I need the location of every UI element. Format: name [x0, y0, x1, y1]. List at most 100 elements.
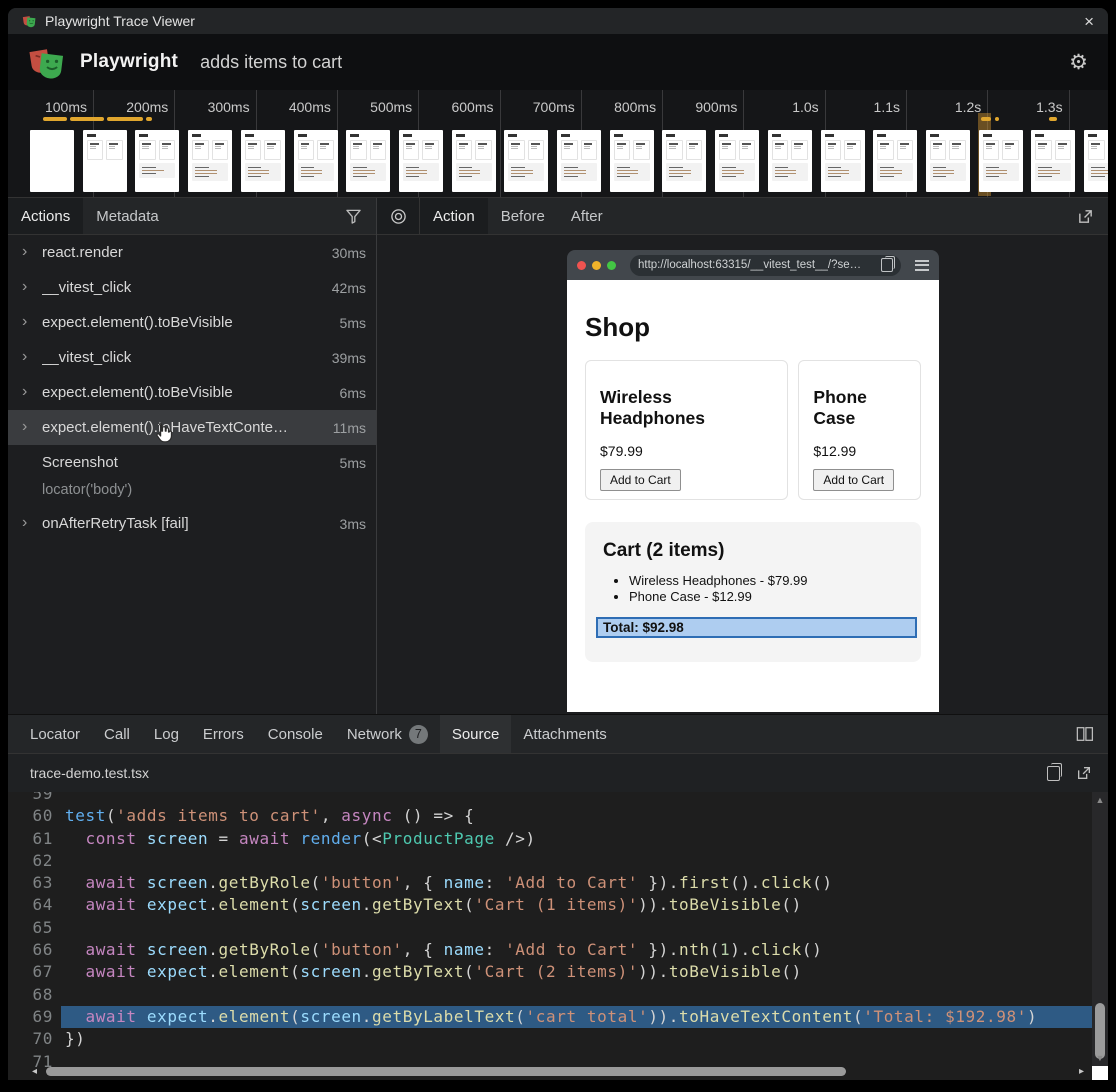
scroll-right-icon[interactable]: ▸ [1079, 1066, 1084, 1077]
timeline-thumbnail[interactable] [768, 130, 812, 192]
line-number: 61 [8, 828, 53, 850]
chevron-right-icon[interactable]: › [22, 348, 42, 366]
close-icon[interactable]: × [1084, 13, 1094, 30]
page-snapshot: Shop Wireless Headphones $79.99 Add to C… [567, 280, 939, 712]
timeline[interactable]: 100ms200ms300ms400ms500ms600ms700ms800ms… [8, 90, 1108, 198]
action-row-expect-element-tobevisible[interactable]: ›expect.element().toBeVisible5ms [8, 305, 376, 340]
tab-metadata[interactable]: Metadata [83, 198, 172, 234]
action-row-react-render[interactable]: ›react.render30ms [8, 235, 376, 270]
settings-gear-icon[interactable]: ⚙ [1069, 52, 1088, 73]
split-view-icon[interactable] [1076, 726, 1094, 742]
chevron-right-icon[interactable]: › [22, 514, 42, 532]
line-content: await expect.element(screen.getByText('C… [65, 961, 1092, 983]
action-duration: 30ms [332, 245, 366, 261]
timeline-thumbnail[interactable] [873, 130, 917, 192]
action-row-expect-element-tohavetextconte[interactable]: ›expect.element().toHaveTextConte…11ms [8, 410, 376, 445]
action-row-screenshot[interactable]: Screenshot5ms [8, 445, 376, 480]
action-row-onafterretrytask-fail[interactable]: ›onAfterRetryTask [fail]3ms [8, 506, 376, 541]
open-snapshot-external-icon[interactable] [1077, 208, 1094, 225]
code-line-70[interactable]: 70}) [8, 1028, 1092, 1050]
timeline-thumbnail[interactable] [979, 130, 1023, 192]
thumbnail-mini-cart [930, 163, 966, 181]
thumbnail-mini-card [1002, 140, 1019, 160]
add-to-cart-button[interactable]: Add to Cart [600, 469, 681, 491]
timeline-thumbnail[interactable] [135, 130, 179, 192]
thumbnail-mini-header [1088, 134, 1097, 137]
chevron-right-icon[interactable]: › [22, 383, 42, 401]
code-line-67[interactable]: 67 await expect.element(screen.getByText… [8, 961, 1092, 983]
tab-action[interactable]: Action [420, 198, 488, 234]
code-line-69[interactable]: 69 await expect.element(screen.getByLabe… [8, 1006, 1092, 1028]
tab-attachments[interactable]: Attachments [511, 715, 618, 753]
tab-source[interactable]: Source [440, 715, 512, 753]
timeline-thumbnail[interactable] [662, 130, 706, 192]
timeline-thumbnail[interactable] [504, 130, 548, 192]
timeline-thumbnail[interactable] [610, 130, 654, 192]
chevron-right-icon[interactable]: › [22, 313, 42, 331]
timeline-thumbnail[interactable] [926, 130, 970, 192]
add-to-cart-button[interactable]: Add to Cart [813, 469, 894, 491]
timeline-thumbnail[interactable] [452, 130, 496, 192]
timeline-thumbnail[interactable] [557, 130, 601, 192]
tab-call[interactable]: Call [92, 715, 142, 753]
scroll-up-icon[interactable]: ▲ [1092, 795, 1108, 805]
timeline-thumbnail[interactable] [294, 130, 338, 192]
chevron-right-icon[interactable]: › [22, 278, 42, 296]
menu-icon[interactable] [915, 260, 929, 271]
horizontal-scrollbar[interactable]: ◂ ▸ [8, 1067, 1092, 1077]
thumbnail-mini-header [456, 134, 465, 137]
chevron-right-icon[interactable]: › [22, 243, 42, 261]
timeline-thumbnail[interactable] [399, 130, 443, 192]
code-line-68[interactable]: 68 [8, 984, 1092, 1006]
vertical-scroll-thumb[interactable] [1095, 1003, 1105, 1059]
action-row-expect-element-tobevisible[interactable]: ›expect.element().toBeVisible6ms [8, 375, 376, 410]
tab-label-log: Log [154, 726, 179, 743]
code-line-60[interactable]: 60test('adds items to cart', async () =>… [8, 805, 1092, 827]
timeline-thumbnail[interactable] [715, 130, 759, 192]
timeline-thumbnail[interactable] [30, 130, 74, 192]
line-content: await expect.element(screen.getByLabelTe… [61, 1006, 1092, 1028]
tab-errors[interactable]: Errors [191, 715, 256, 753]
code-line-64[interactable]: 64 await expect.element(screen.getByText… [8, 894, 1092, 916]
scroll-down-icon[interactable]: ▼ [1092, 1053, 1108, 1063]
product-card: Phone Case $12.99 Add to Cart [798, 360, 921, 500]
timeline-thumbnail[interactable] [83, 130, 127, 192]
copy-source-icon[interactable] [1047, 766, 1060, 781]
vertical-scrollbar[interactable]: ▲ ▼ [1092, 792, 1108, 1066]
pick-locator-target-icon[interactable] [377, 198, 420, 234]
action-name: __vitest_click [42, 279, 324, 296]
code-line-62[interactable]: 62 [8, 850, 1092, 872]
copy-url-icon[interactable] [881, 258, 893, 272]
timeline-thumbnail[interactable] [241, 130, 285, 192]
tab-console[interactable]: Console [256, 715, 335, 753]
filter-icon[interactable] [345, 208, 362, 224]
open-external-icon[interactable] [1076, 765, 1092, 781]
tab-locator[interactable]: Locator [18, 715, 92, 753]
tab-after[interactable]: After [558, 198, 616, 234]
chevron-right-icon[interactable]: › [22, 418, 42, 436]
action-row-vitest-click[interactable]: ›__vitest_click39ms [8, 340, 376, 375]
tab-before[interactable]: Before [488, 198, 558, 234]
action-duration: 5ms [340, 455, 366, 471]
timeline-thumbnail[interactable] [346, 130, 390, 192]
tab-actions[interactable]: Actions [8, 198, 83, 234]
timeline-thumbnail[interactable] [821, 130, 865, 192]
tab-log[interactable]: Log [142, 715, 191, 753]
scroll-left-icon[interactable]: ◂ [32, 1066, 37, 1077]
code-line-61[interactable]: 61 const screen = await render(<ProductP… [8, 828, 1092, 850]
timeline-tick-label: 300ms [170, 99, 250, 115]
action-row-vitest-click[interactable]: ›__vitest_click42ms [8, 270, 376, 305]
code-line-65[interactable]: 65 [8, 917, 1092, 939]
thumbnail-mini-card [87, 140, 104, 160]
timeline-thumbnail[interactable] [1031, 130, 1075, 192]
tab-network[interactable]: Network7 [335, 715, 440, 753]
code-line-59[interactable]: 59 [8, 792, 1092, 805]
code-line-66[interactable]: 66 await screen.getByRole('button', { na… [8, 939, 1092, 961]
code-line-63[interactable]: 63 await screen.getByRole('button', { na… [8, 872, 1092, 894]
timeline-action-bar [995, 117, 999, 121]
horizontal-scroll-thumb[interactable] [46, 1067, 846, 1076]
timeline-thumbnail[interactable] [188, 130, 232, 192]
address-bar[interactable]: http://localhost:63315/__vitest_test__/?… [630, 255, 901, 276]
thumbnail-mini-card [1035, 140, 1052, 160]
timeline-thumbnail[interactable] [1084, 130, 1108, 192]
